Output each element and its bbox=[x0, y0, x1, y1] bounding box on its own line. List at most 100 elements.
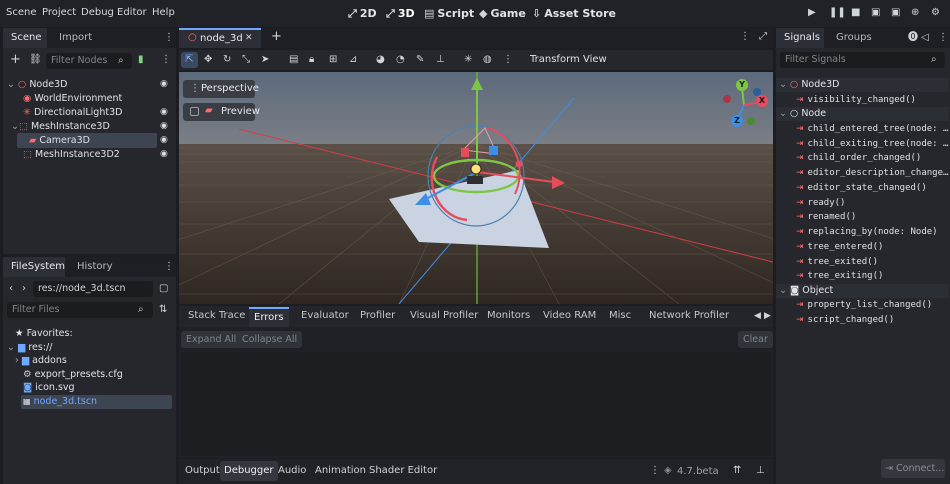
select-tool-icon[interactable]: ⇱ bbox=[181, 52, 198, 68]
signal-tree-exited[interactable]: ⇥ tree_exited() bbox=[796, 255, 878, 269]
view-menu[interactable]: View bbox=[583, 54, 607, 65]
signal-ready[interactable]: ⇥ ready() bbox=[796, 196, 845, 210]
signal-visibility-changed[interactable]: ⇥ visibility_changed() bbox=[796, 93, 916, 107]
signals-section-node[interactable]: ⌄ ○ Node bbox=[776, 107, 949, 121]
more-options-icon[interactable]: ⋮ bbox=[503, 54, 513, 66]
expand-all-button[interactable]: Expand All bbox=[181, 331, 242, 348]
tab-monitors[interactable]: Monitors bbox=[482, 307, 535, 327]
expand-panel-icon[interactable]: ⇈ bbox=[733, 465, 741, 476]
tab-audio[interactable]: Audio bbox=[274, 461, 310, 481]
move-tool-icon[interactable]: ✥ bbox=[204, 54, 212, 66]
tab-profiler[interactable]: Profiler bbox=[355, 307, 400, 327]
visibility-eye-icon[interactable]: ◉ bbox=[160, 121, 168, 131]
tree-node-worldenvironment[interactable]: ◉ WorldEnvironment bbox=[23, 92, 122, 106]
fs-addons[interactable]: › ▆ addons bbox=[15, 354, 67, 368]
pin-panel-icon[interactable]: ⊥ bbox=[756, 465, 765, 476]
tab-debugger[interactable]: Debugger bbox=[220, 461, 278, 481]
signal-renamed[interactable]: ⇥ renamed() bbox=[796, 210, 856, 224]
menu-scene[interactable]: Scene bbox=[6, 7, 37, 18]
tab-signals[interactable]: Signals bbox=[776, 28, 824, 48]
workspace-2d-button[interactable]: ⤢ 2D bbox=[348, 7, 377, 21]
signal-child-entered-tree[interactable]: ⇥ child_entered_tree(node: … bbox=[796, 122, 948, 136]
clear-button[interactable]: Clear bbox=[738, 331, 773, 348]
bottom-menu-icon[interactable]: ⋮ bbox=[650, 465, 660, 476]
pin-icon[interactable]: ⊥ bbox=[436, 54, 445, 66]
add-tab-icon[interactable]: + bbox=[271, 29, 282, 44]
split-view-icon[interactable]: ▢ bbox=[159, 283, 168, 295]
signals-section-object[interactable]: ⌄ ◙ Object bbox=[776, 284, 949, 298]
workspace-3d-button[interactable]: ⤢ 3D bbox=[386, 7, 415, 21]
stop-icon[interactable]: ■ bbox=[851, 7, 860, 18]
tab-animation[interactable]: Animation bbox=[311, 461, 370, 481]
scene-options-icon[interactable]: ⋮ bbox=[161, 54, 171, 66]
workspace-script-button[interactable]: ▤ Script bbox=[424, 7, 474, 20]
errors-list[interactable] bbox=[181, 352, 771, 456]
tab-errors[interactable]: Errors bbox=[249, 307, 289, 327]
scale-tool-icon[interactable]: ⤡ bbox=[242, 54, 250, 66]
dock-menu-icon[interactable]: ⋮ bbox=[164, 32, 174, 44]
tabs-scroll-left-icon[interactable]: ◀ bbox=[754, 311, 761, 321]
dock-menu-icon[interactable]: ⋮ bbox=[164, 261, 174, 273]
distraction-free-icon[interactable]: ⤢ bbox=[759, 31, 767, 42]
ruler-icon[interactable]: ▤ bbox=[289, 54, 298, 66]
filter-signals-input[interactable]: Filter Signals bbox=[780, 52, 945, 68]
visibility-eye-icon[interactable]: ◉ bbox=[160, 135, 168, 145]
play-icon[interactable]: ▶ bbox=[808, 7, 816, 18]
movie-maker-icon[interactable]: ⊕ bbox=[911, 7, 919, 18]
path-field[interactable]: res://node_3d.tscn bbox=[33, 281, 153, 297]
tab-evaluator[interactable]: Evaluator bbox=[296, 307, 354, 327]
sort-icon[interactable]: ⇅ bbox=[159, 304, 167, 316]
visibility-eye-icon[interactable]: ◉ bbox=[160, 149, 168, 159]
tab-misc[interactable]: Misc bbox=[604, 307, 636, 327]
tab-network-profiler[interactable]: Network Profiler bbox=[644, 307, 734, 327]
signal-editor-description-changed[interactable]: ⇥ editor_description_change… bbox=[796, 166, 948, 180]
back-arrow-icon[interactable]: ‹ bbox=[9, 283, 13, 295]
tab-output[interactable]: Output bbox=[181, 461, 224, 481]
history-icon[interactable]: ◁ bbox=[921, 32, 929, 44]
perspective-menu-button[interactable]: ⋮ Perspective bbox=[183, 80, 259, 98]
tab-video-ram[interactable]: Video RAM bbox=[538, 307, 601, 327]
workspace-asset-store-button[interactable]: ⇩ Asset Store bbox=[532, 7, 616, 20]
local-space-icon[interactable]: ⊿ bbox=[349, 54, 357, 66]
play-scene-icon[interactable]: ▣ bbox=[871, 7, 880, 18]
dock-menu-icon[interactable]: ⋮ bbox=[938, 32, 948, 44]
preview-toggle[interactable]: ▰ Preview bbox=[183, 103, 260, 121]
tab-groups[interactable]: Groups bbox=[828, 28, 880, 48]
pause-icon[interactable]: ❚❚ bbox=[829, 7, 846, 18]
signal-child-order-changed[interactable]: ⇥ child_order_changed() bbox=[796, 151, 921, 165]
tabs-scroll-right-icon[interactable]: ▶ bbox=[764, 311, 771, 321]
workspace-game-button[interactable]: ◆ Game bbox=[479, 7, 526, 20]
3d-viewport[interactable]: ⋮ Perspective ▰ Preview Y X Z bbox=[179, 72, 773, 304]
signal-child-exiting-tree[interactable]: ⇥ child_exiting_tree(node: … bbox=[796, 137, 948, 151]
tab-visual-profiler[interactable]: Visual Profiler bbox=[405, 307, 483, 327]
preview-checkbox[interactable] bbox=[190, 107, 199, 116]
scene-tabs-menu-icon[interactable]: ⋮ bbox=[740, 31, 750, 42]
menu-project[interactable]: Project bbox=[42, 7, 76, 18]
menu-debug[interactable]: Debug bbox=[81, 7, 114, 18]
tab-filesystem[interactable]: FileSystem bbox=[3, 257, 65, 277]
tab-shader-editor[interactable]: Shader Editor bbox=[365, 461, 441, 481]
snap-icon[interactable]: ◕ bbox=[376, 54, 385, 66]
tree-node-camera3d[interactable]: ▰ Camera3D bbox=[29, 134, 90, 148]
editor-settings-icon[interactable]: ⚙ bbox=[931, 7, 940, 18]
forward-arrow-icon[interactable]: › bbox=[22, 283, 26, 295]
paint-icon[interactable]: ✎ bbox=[416, 54, 424, 66]
script-attach-icon[interactable]: ▮ bbox=[138, 54, 144, 66]
rotate-tool-icon[interactable]: ↻ bbox=[223, 54, 231, 66]
lock-icon[interactable]: 🔒︎ bbox=[309, 54, 314, 66]
z-axis-label[interactable]: Z bbox=[731, 115, 743, 127]
help-icon[interactable]: ⓿ bbox=[908, 32, 918, 44]
connect-button[interactable]: ⇥ Connect... bbox=[881, 459, 945, 478]
fs-res-root[interactable]: ⌄ ▆ res:// bbox=[7, 341, 52, 355]
tree-node-node3d[interactable]: ⌄ ○ Node3D bbox=[7, 78, 67, 92]
collapse-all-button[interactable]: Collapse All bbox=[237, 331, 303, 348]
fs-icon-svg[interactable]: ◙ icon.svg bbox=[23, 381, 75, 395]
view-gizmo[interactable]: Y X Z bbox=[721, 79, 768, 128]
tab-node3d[interactable]: ○ node_3d ✕ bbox=[179, 28, 261, 48]
transform-menu[interactable]: Transform bbox=[530, 54, 580, 65]
add-node-icon[interactable]: + bbox=[10, 53, 21, 66]
signal-script-changed[interactable]: ⇥ script_changed() bbox=[796, 313, 894, 327]
group-icon[interactable]: ⊞ bbox=[329, 54, 337, 66]
y-axis-label[interactable]: Y bbox=[736, 79, 748, 91]
signal-replacing-by[interactable]: ⇥ replacing_by(node: Node) bbox=[796, 225, 938, 239]
